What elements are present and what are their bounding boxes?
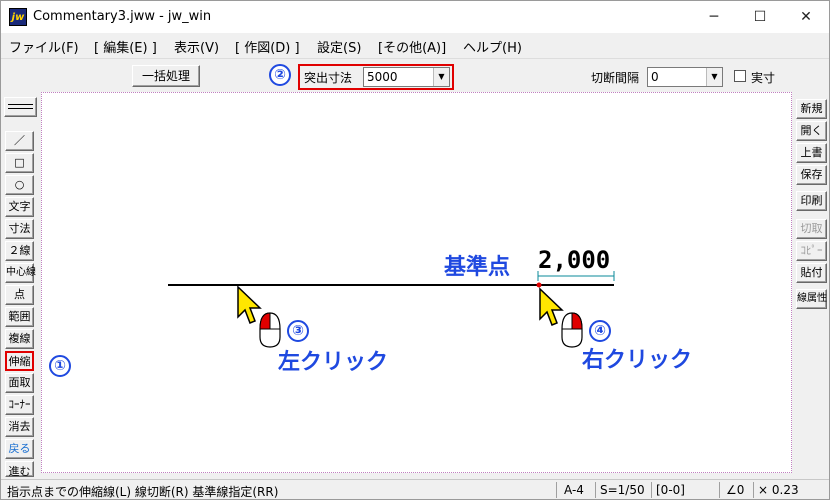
menu-help[interactable]: ヘルプ(H) — [463, 37, 522, 56]
title-bar: jw Commentary3.jww - jw_win ─ ☐ ✕ — [1, 1, 829, 33]
protrusion-value: 5000 — [367, 70, 398, 84]
cut-interval-label: 切断間隔 — [591, 71, 640, 85]
reference-point-marker — [536, 282, 542, 288]
cursor-arrow-icon — [237, 285, 262, 324]
annotation-number-2: ② — [269, 64, 291, 86]
menu-bar: ファイル(F) [ 編集(E) ] 表示(V) [ 作図(D) ] 設定(S) … — [1, 33, 829, 57]
tool-open[interactable]: 開く — [796, 121, 827, 141]
status-divider — [753, 482, 754, 498]
app-window: jw Commentary3.jww - jw_win ─ ☐ ✕ ファイル(F… — [0, 0, 830, 500]
minimize-button[interactable]: ─ — [691, 1, 737, 33]
tool-print[interactable]: 印刷 — [796, 191, 827, 211]
menu-file[interactable]: ファイル(F) — [9, 37, 79, 56]
tool-circle[interactable]: ○ — [5, 175, 34, 195]
right-click-mouse-icon — [561, 312, 583, 348]
tool-rectangle[interactable]: □ — [5, 153, 34, 173]
tool-stretch[interactable]: 伸縮 — [5, 351, 34, 371]
status-divider — [556, 482, 557, 498]
tool-dimension[interactable]: 寸法 — [5, 219, 34, 239]
tool-copy[interactable]: ｺﾋﾟｰ — [796, 241, 827, 261]
paper-size[interactable]: A-4 — [564, 483, 584, 497]
window-title: Commentary3.jww - jw_win — [33, 9, 212, 24]
cursor-arrow-icon — [539, 287, 564, 326]
tool-corner[interactable]: ｺｰﾅｰ — [5, 395, 34, 415]
tool-undo[interactable]: 戻る — [5, 439, 34, 459]
zoom-factor[interactable]: × 0.23 — [758, 483, 799, 497]
status-divider — [651, 482, 652, 498]
toolbar: 一括処理 ② 突出寸法 5000 ▼ 切断間隔 0 ▼ 実寸 — [1, 58, 829, 92]
actual-size-checkbox[interactable] — [734, 70, 746, 82]
left-click-mouse-icon — [259, 312, 281, 348]
status-divider — [595, 482, 596, 498]
actual-size-label: 実寸 — [751, 71, 776, 85]
tool-save[interactable]: 保存 — [796, 165, 827, 185]
tool-double-line[interactable]: ２線 — [5, 241, 34, 261]
dimension-text: 2,000 — [538, 246, 611, 274]
menu-draw[interactable]: [ 作図(D) ] — [235, 37, 300, 56]
tool-line-attribute[interactable]: 線属性 — [796, 289, 827, 309]
menu-other[interactable]: [その他(A)] — [378, 37, 446, 56]
line-style-button[interactable] — [4, 97, 37, 117]
protrusion-combo[interactable]: 5000 ▼ — [363, 67, 450, 87]
line-style-icon — [8, 104, 33, 109]
drawing-scale[interactable]: S=1/50 — [600, 483, 645, 497]
tool-point[interactable]: 点 — [5, 285, 34, 305]
chevron-down-icon[interactable]: ▼ — [706, 68, 722, 86]
tool-cut[interactable]: 切取 — [796, 219, 827, 239]
tool-new[interactable]: 新規 — [796, 99, 827, 119]
layer-indicator[interactable]: [0-0] — [656, 483, 685, 497]
tool-center-line[interactable]: 中心線 — [5, 263, 36, 283]
angle-indicator[interactable]: ∠0 — [726, 483, 744, 497]
tool-offset[interactable]: 複線 — [5, 329, 34, 349]
batch-process-button[interactable]: 一括処理 — [132, 65, 200, 87]
annotation-number-3: ③ — [287, 320, 309, 342]
menu-settings[interactable]: 設定(S) — [317, 37, 361, 56]
tool-range[interactable]: 範囲 — [5, 307, 34, 327]
close-button[interactable]: ✕ — [783, 1, 829, 33]
jw-app-icon: jw — [9, 8, 27, 26]
tool-redo[interactable]: 進む — [5, 461, 34, 477]
tool-chamfer[interactable]: 面取 — [5, 373, 34, 393]
menu-view[interactable]: 表示(V) — [174, 37, 219, 56]
right-click-label: 右クリック — [582, 348, 693, 373]
status-message: 指示点までの伸縮線(L) 線切断(R) 基準線指定(RR) — [7, 485, 279, 499]
tool-text[interactable]: 文字 — [5, 197, 34, 217]
cut-interval-combo[interactable]: 0 ▼ — [647, 67, 723, 87]
maximize-button[interactable]: ☐ — [737, 1, 783, 33]
annotation-number-4: ④ — [589, 320, 611, 342]
protrusion-label: 突出寸法 — [304, 71, 353, 85]
annotation-number-1: ① — [49, 355, 71, 377]
menu-edit[interactable]: [ 編集(E) ] — [94, 37, 157, 56]
status-divider — [719, 482, 720, 498]
reference-point-label: 基準点 — [444, 255, 511, 280]
status-bar: 指示点までの伸縮線(L) 線切断(R) 基準線指定(RR) A-4 S=1/50… — [1, 479, 829, 499]
tool-paste[interactable]: 貼付 — [796, 263, 827, 283]
drawing-canvas[interactable]: 基準点 2,000 ③ 左クリック ④ 右クリック ① — [41, 92, 792, 473]
tool-erase[interactable]: 消去 — [5, 417, 34, 437]
chevron-down-icon[interactable]: ▼ — [433, 68, 449, 86]
drawing-svg — [168, 271, 615, 348]
left-click-label: 左クリック — [278, 350, 389, 375]
cut-interval-value: 0 — [651, 70, 659, 84]
tool-line[interactable]: ／ — [5, 131, 34, 151]
tool-overwrite[interactable]: 上書 — [796, 143, 827, 163]
